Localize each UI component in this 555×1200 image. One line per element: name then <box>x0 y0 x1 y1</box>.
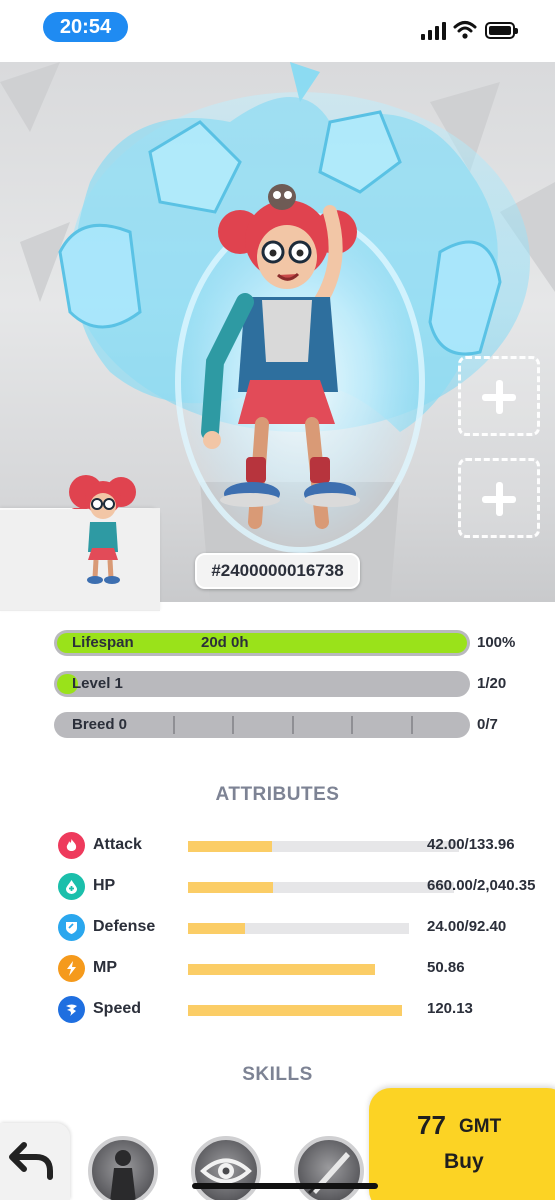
breed-value: 0/7 <box>477 716 498 733</box>
lifespan-bar: Lifespan 20d 0h <box>54 630 470 656</box>
attribute-bar-fill <box>188 1005 402 1016</box>
hp-plus-drop-icon <box>58 873 85 900</box>
level-label: Level 1 <box>72 675 123 692</box>
attribute-bar <box>188 841 459 852</box>
attribute-value: 50.86 <box>427 959 465 976</box>
attribute-value: 42.00/133.96 <box>427 836 515 853</box>
attribute-value: 660.00/2,040.35 <box>427 877 536 894</box>
attribute-bar <box>188 1005 402 1016</box>
status-bar: 20:54 <box>0 0 555 62</box>
attribute-bar-fill <box>188 882 273 893</box>
attribute-value: 24.00/92.40 <box>427 918 507 935</box>
attribute-name: Attack <box>93 836 142 853</box>
attribute-bar <box>188 964 387 975</box>
breed-segment-divider <box>173 716 175 734</box>
attribute-bar-fill <box>188 841 272 852</box>
skill-eye-icon <box>200 1158 252 1184</box>
lifespan-label: Lifespan <box>72 634 134 651</box>
attribute-bar-fill <box>188 923 245 934</box>
token-id-badge[interactable]: #2400000016738 <box>195 553 360 589</box>
cellular-signal-icon <box>421 22 446 40</box>
skill-silhouette-icon <box>110 1150 136 1200</box>
character-thumbnail-art <box>0 470 160 610</box>
speed-wing-icon <box>58 996 85 1023</box>
attributes-title: ATTRIBUTES <box>215 784 340 805</box>
buy-label: Buy <box>444 1150 484 1173</box>
skill-blade-icon <box>308 1152 350 1194</box>
add-slot-button-2[interactable] <box>458 458 540 538</box>
skill-slot-2[interactable] <box>191 1136 261 1200</box>
breed-segment-divider <box>292 716 294 734</box>
attribute-bar-fill <box>188 964 375 975</box>
skills-title: SKILLS <box>242 1064 313 1085</box>
attribute-row-mp: MP 50.86 <box>58 955 528 983</box>
buy-button[interactable]: 77 GMT Buy <box>369 1088 555 1200</box>
breed-segment-divider <box>351 716 353 734</box>
breed-bar: Breed 0 <box>54 712 470 738</box>
breed-segment-divider <box>411 716 413 734</box>
attack-flame-icon <box>58 832 85 859</box>
battery-icon <box>485 22 518 39</box>
level-bar: Level 1 <box>54 671 470 697</box>
mp-lightning-icon <box>58 955 85 982</box>
attribute-name: HP <box>93 877 116 894</box>
attribute-row-attack: Attack 42.00/133.96 <box>58 832 528 860</box>
attribute-name: Speed <box>93 1000 142 1017</box>
buy-price: 77 <box>417 1110 446 1140</box>
defense-shield-icon <box>58 914 85 941</box>
attribute-bar <box>188 882 454 893</box>
back-arrow-icon <box>9 1142 53 1180</box>
skill-slot-1[interactable] <box>88 1136 158 1200</box>
breed-label: Breed 0 <box>72 716 128 733</box>
attribute-bar <box>188 923 409 934</box>
lifespan-remaining: 20d 0h <box>201 634 249 651</box>
lifespan-value: 100% <box>477 634 516 651</box>
attribute-name: Defense <box>93 918 156 935</box>
home-indicator[interactable] <box>192 1183 378 1189</box>
back-button[interactable] <box>0 1123 70 1200</box>
add-slot-button-1[interactable] <box>458 356 540 436</box>
level-value: 1/20 <box>477 675 507 692</box>
status-time: 20:54 <box>43 12 128 42</box>
attribute-row-defense: Defense 24.00/92.40 <box>58 914 528 942</box>
attribute-name: MP <box>93 959 117 976</box>
wifi-icon <box>453 21 477 39</box>
attribute-row-speed: Speed 120.13 <box>58 996 528 1024</box>
buy-currency: GMT <box>459 1116 502 1137</box>
attribute-row-hp: HP 660.00/2,040.35 <box>58 873 535 901</box>
breed-segment-divider <box>232 716 234 734</box>
skill-slot-3[interactable] <box>294 1136 364 1200</box>
attribute-value: 120.13 <box>427 1000 473 1017</box>
